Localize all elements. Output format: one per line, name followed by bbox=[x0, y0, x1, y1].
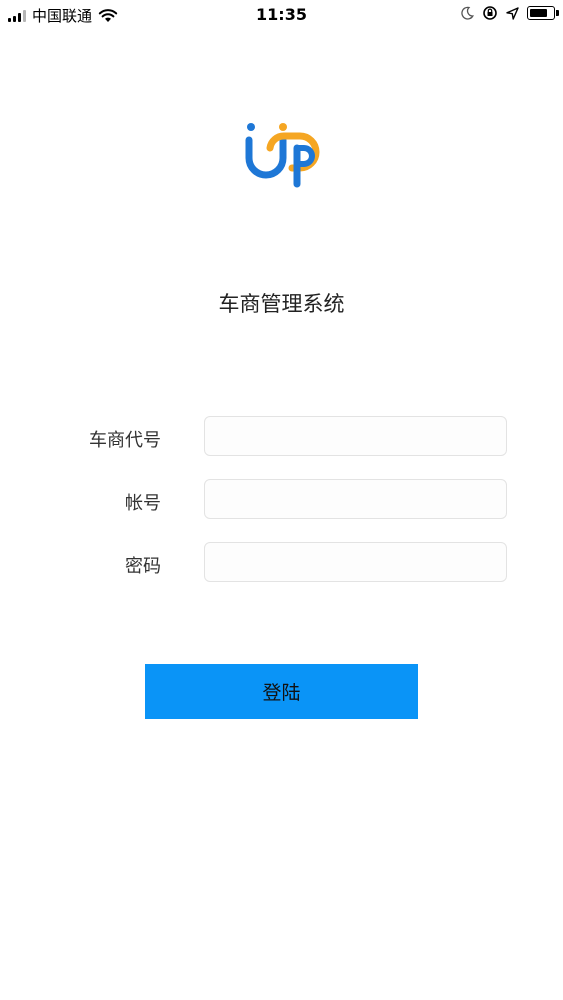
page-title: 车商管理系统 bbox=[218, 292, 345, 316]
battery-icon bbox=[527, 6, 559, 20]
account-label: 帐号 bbox=[125, 493, 161, 514]
password-label: 密码 bbox=[125, 556, 161, 577]
dealer-code-row: 车商代号 bbox=[0, 416, 563, 460]
password-input[interactable] bbox=[204, 542, 507, 582]
location-arrow-icon bbox=[506, 6, 519, 20]
login-screen: 中国联通 11:35 车商管理系统 车商代号 帐号 密码 登陆 bbox=[0, 0, 563, 1000]
status-right bbox=[460, 5, 559, 21]
account-input[interactable] bbox=[204, 479, 507, 519]
moon-icon bbox=[461, 6, 474, 20]
rotation-lock-icon bbox=[483, 6, 497, 20]
status-bar: 中国联通 11:35 bbox=[0, 0, 563, 30]
account-row: 帐号 bbox=[0, 479, 563, 523]
app-logo bbox=[245, 123, 320, 188]
password-row: 密码 bbox=[0, 542, 563, 586]
dealer-code-input[interactable] bbox=[204, 416, 507, 456]
login-button[interactable]: 登陆 bbox=[145, 664, 418, 719]
dealer-code-label: 车商代号 bbox=[89, 430, 161, 451]
